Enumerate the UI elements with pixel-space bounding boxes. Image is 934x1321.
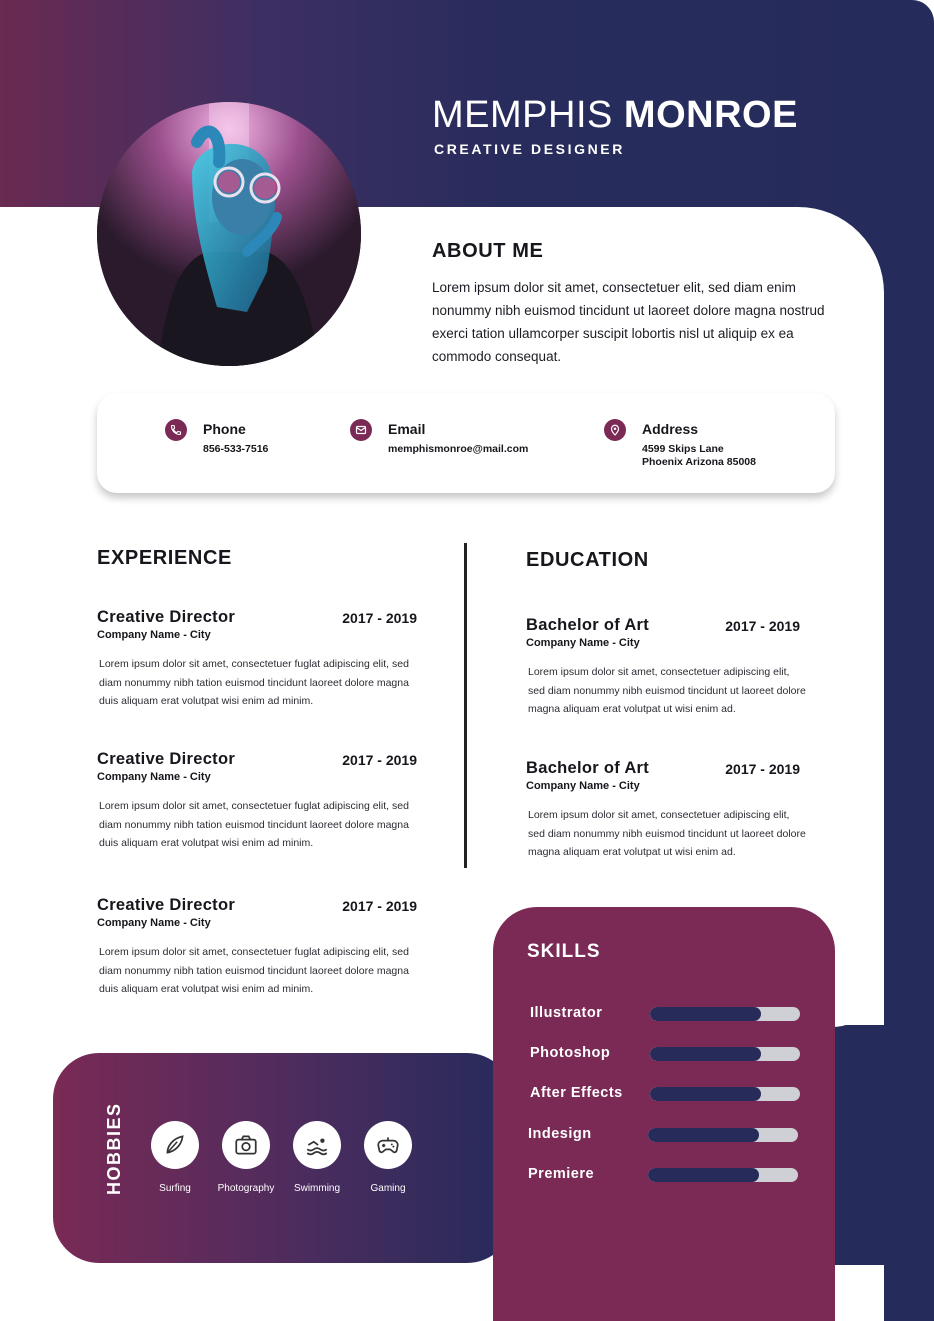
resume-page: MEMPHIS MONROE CREATIVE DESIGNER ABOUT M… bbox=[0, 0, 934, 1321]
skill-name: Premiere bbox=[528, 1166, 595, 1182]
experience-item: Creative Director 2017 - 2019 Company Na… bbox=[97, 608, 417, 718]
address-label: Address bbox=[642, 421, 699, 437]
swimmer-icon bbox=[293, 1121, 341, 1169]
email-label: Email bbox=[388, 421, 426, 437]
hobby-item: Photography bbox=[206, 1121, 286, 1194]
education-title: Bachelor of Art bbox=[526, 759, 650, 777]
phone-icon bbox=[165, 419, 187, 441]
education-description: Lorem ipsum dolor sit amet, consectetuer… bbox=[528, 666, 806, 715]
skill-row: Photoshop bbox=[530, 1045, 800, 1065]
experience-company: Company Name - City bbox=[97, 917, 211, 929]
surfboard-icon bbox=[151, 1121, 199, 1169]
hobby-label: Swimming bbox=[293, 1183, 341, 1194]
skill-bar-fill bbox=[648, 1168, 759, 1182]
contact-card: Phone 856-533-7516 Email memphismonroe@m… bbox=[97, 393, 835, 493]
skill-bar-fill bbox=[650, 1047, 761, 1061]
job-title: CREATIVE DESIGNER bbox=[434, 141, 625, 157]
education-years: 2017 - 2019 bbox=[725, 761, 800, 777]
skill-bar-fill bbox=[650, 1087, 761, 1101]
gamepad-icon bbox=[364, 1121, 412, 1169]
skill-name: Photoshop bbox=[530, 1045, 611, 1061]
education-item: Bachelor of Art 2017 - 2019 Company Name… bbox=[526, 759, 806, 869]
location-pin-icon bbox=[604, 419, 626, 441]
skill-bar bbox=[650, 1047, 800, 1061]
skill-row: Indesign bbox=[528, 1126, 798, 1146]
skill-row: After Effects bbox=[530, 1085, 800, 1105]
experience-years: 2017 - 2019 bbox=[342, 752, 417, 768]
skill-bar bbox=[648, 1168, 798, 1182]
experience-years: 2017 - 2019 bbox=[342, 610, 417, 626]
hobby-label: Gaming bbox=[370, 1183, 406, 1194]
address-line2: Phoenix Arizona 85008 bbox=[642, 456, 756, 468]
education-title: Bachelor of Art bbox=[526, 616, 650, 634]
education-company: Company Name - City bbox=[526, 637, 640, 649]
hobby-item: Swimming bbox=[277, 1121, 357, 1194]
hobby-label: Surfing bbox=[159, 1183, 191, 1194]
experience-heading: EXPERIENCE bbox=[97, 547, 232, 569]
phone-label: Phone bbox=[203, 421, 246, 437]
education-years: 2017 - 2019 bbox=[725, 618, 800, 634]
experience-years: 2017 - 2019 bbox=[342, 898, 417, 914]
skill-row: Illustrator bbox=[530, 1005, 800, 1025]
profile-photo bbox=[97, 102, 361, 366]
about-text: Lorem ipsum dolor sit amet, consectetuer… bbox=[432, 280, 825, 364]
skill-bar bbox=[650, 1007, 800, 1021]
first-name: MEMPHIS bbox=[432, 94, 613, 136]
skill-bar-fill bbox=[648, 1128, 759, 1142]
experience-title: Creative Director bbox=[97, 896, 236, 914]
experience-description: Lorem ipsum dolor sit amet, consectetuer… bbox=[99, 800, 409, 849]
person-name: MEMPHIS MONROE bbox=[432, 94, 798, 137]
skills-panel bbox=[493, 907, 835, 1321]
hobby-item: Gaming bbox=[348, 1121, 428, 1194]
experience-item: Creative Director 2017 - 2019 Company Na… bbox=[97, 896, 417, 1006]
skill-bar bbox=[650, 1087, 800, 1101]
skill-row: Premiere bbox=[528, 1166, 798, 1186]
education-company: Company Name - City bbox=[526, 780, 640, 792]
mail-icon bbox=[350, 419, 372, 441]
education-heading: EDUCATION bbox=[526, 549, 649, 571]
skill-bar-fill bbox=[650, 1007, 761, 1021]
hobby-item: Surfing bbox=[135, 1121, 215, 1194]
experience-title: Creative Director bbox=[97, 750, 236, 768]
experience-description: Lorem ipsum dolor sit amet, consectetuer… bbox=[99, 658, 409, 707]
address-line1: 4599 Skips Lane bbox=[642, 443, 724, 455]
experience-company: Company Name - City bbox=[97, 629, 211, 641]
skill-name: After Effects bbox=[530, 1085, 623, 1101]
experience-item: Creative Director 2017 - 2019 Company Na… bbox=[97, 750, 417, 860]
camera-icon bbox=[222, 1121, 270, 1169]
hobbies-heading: HOBBIES bbox=[104, 1102, 124, 1195]
experience-title: Creative Director bbox=[97, 608, 236, 626]
experience-company: Company Name - City bbox=[97, 771, 211, 783]
email-value: memphismonroe@mail.com bbox=[388, 443, 529, 455]
address-value: 4599 Skips Lane Phoenix Arizona 85008 bbox=[642, 443, 756, 469]
skill-bar bbox=[648, 1128, 798, 1142]
last-name: MONROE bbox=[623, 94, 798, 136]
education-description: Lorem ipsum dolor sit amet, consectetuer… bbox=[528, 809, 806, 858]
experience-description: Lorem ipsum dolor sit amet, consectetuer… bbox=[99, 946, 409, 995]
hobby-label: Photography bbox=[217, 1183, 275, 1194]
column-divider bbox=[464, 543, 467, 868]
skills-heading: SKILLS bbox=[527, 941, 601, 962]
phone-value: 856-533-7516 bbox=[203, 443, 269, 455]
skill-name: Indesign bbox=[528, 1126, 592, 1142]
about-heading: ABOUT ME bbox=[432, 240, 544, 262]
skill-name: Illustrator bbox=[530, 1005, 603, 1021]
education-item: Bachelor of Art 2017 - 2019 Company Name… bbox=[526, 616, 806, 726]
